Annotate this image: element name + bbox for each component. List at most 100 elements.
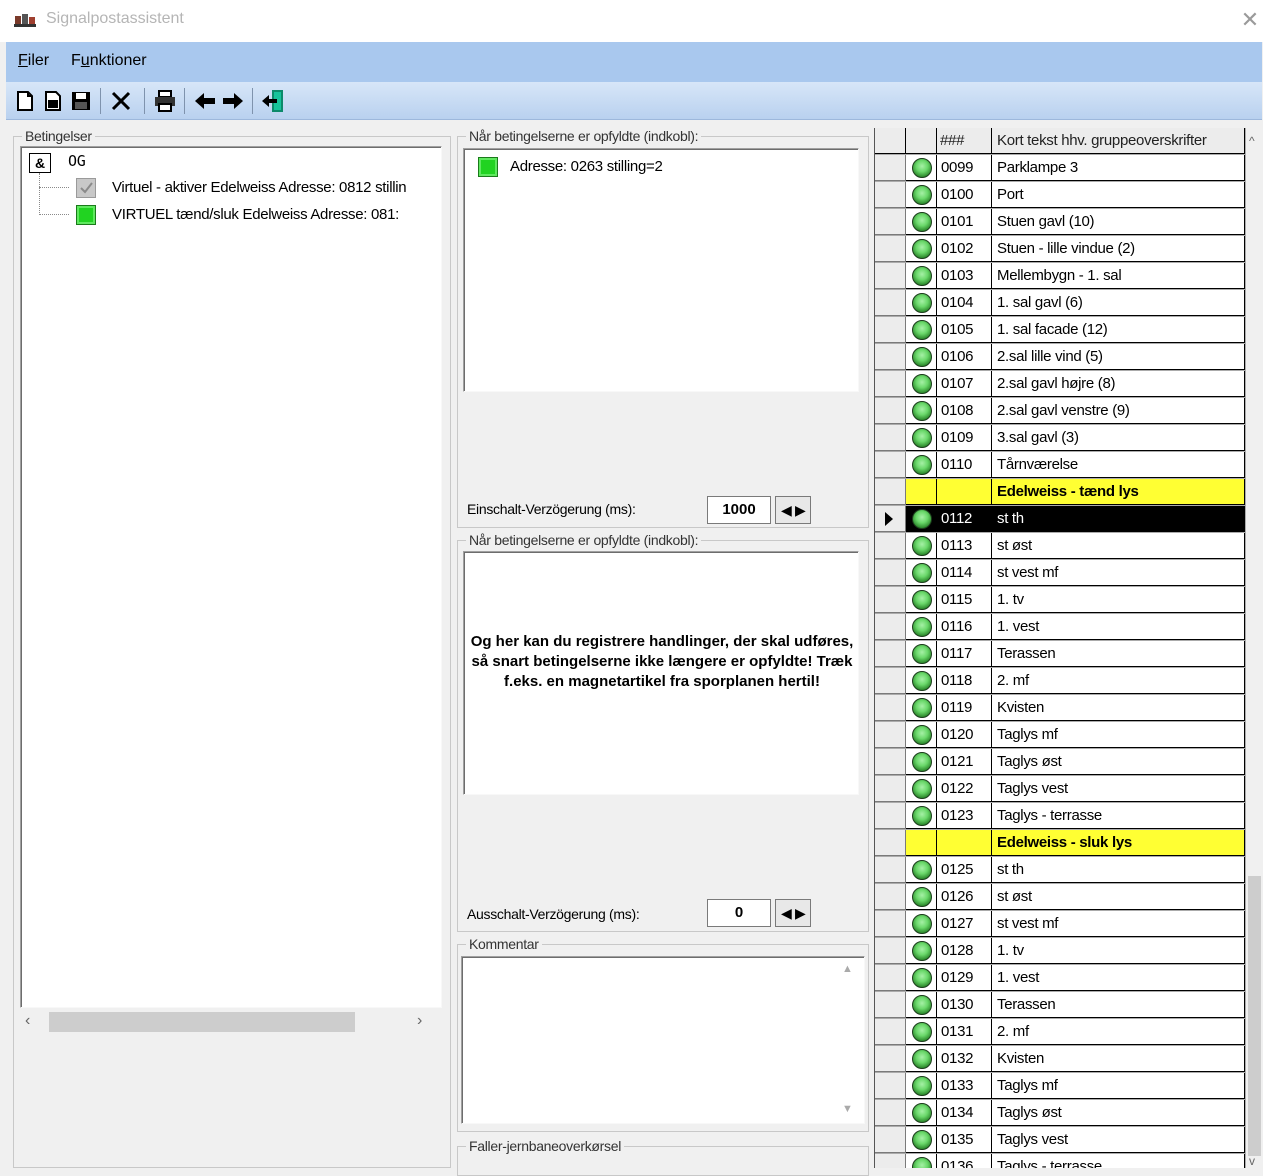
row-text[interactable]: Taglys - terrasse bbox=[992, 803, 1245, 829]
row-number[interactable] bbox=[937, 479, 992, 505]
row-indicator-cell[interactable] bbox=[875, 803, 906, 829]
row-text[interactable]: Terassen bbox=[992, 641, 1245, 667]
row-text[interactable]: Kvisten bbox=[992, 695, 1245, 721]
row-indicator-cell[interactable] bbox=[875, 695, 906, 721]
tree-root-label[interactable]: OG bbox=[68, 152, 86, 170]
table-row[interactable]: 0115 1. tv bbox=[875, 587, 1246, 614]
grid-header-num[interactable]: ### bbox=[937, 128, 992, 154]
scroll-down-icon[interactable]: ▼ bbox=[842, 1103, 853, 1115]
scroll-right-icon[interactable]: › bbox=[417, 1012, 422, 1030]
lamp-cell[interactable] bbox=[906, 560, 937, 586]
row-text[interactable]: Taglys vest bbox=[992, 1127, 1245, 1153]
off-actions-list[interactable]: Og her kan du registrere handlinger, der… bbox=[463, 551, 859, 795]
row-number[interactable] bbox=[937, 830, 992, 856]
row-number[interactable]: 0121 bbox=[937, 749, 992, 775]
row-indicator-cell[interactable] bbox=[875, 884, 906, 910]
scroll-down-icon[interactable]: v bbox=[1249, 1154, 1255, 1168]
row-number[interactable]: 0119 bbox=[937, 695, 992, 721]
row-text[interactable]: Kvisten bbox=[992, 1046, 1245, 1072]
scroll-left-icon[interactable]: ‹ bbox=[25, 1012, 30, 1030]
scroll-up-icon[interactable]: ▲ bbox=[842, 963, 853, 975]
table-row[interactable]: 0101 Stuen gavl (10) bbox=[875, 209, 1246, 236]
spin-right-icon[interactable]: ▶ bbox=[795, 904, 806, 922]
row-text[interactable]: Tårnværelse bbox=[992, 452, 1245, 478]
row-text[interactable]: Taglys vest bbox=[992, 776, 1245, 802]
spin-left-icon[interactable]: ◀ bbox=[781, 904, 792, 922]
lamp-cell[interactable] bbox=[906, 614, 937, 640]
group-header-row[interactable]: Edelweiss - sluk lys bbox=[875, 830, 1246, 857]
row-text[interactable]: st th bbox=[992, 857, 1245, 883]
row-number[interactable]: 0105 bbox=[937, 317, 992, 343]
row-indicator-cell[interactable] bbox=[875, 1046, 906, 1072]
row-number[interactable]: 0114 bbox=[937, 560, 992, 586]
row-text[interactable]: 2.sal lille vind (5) bbox=[992, 344, 1245, 370]
lamp-cell[interactable] bbox=[906, 884, 937, 910]
on-delay-spinner[interactable]: ◀ ▶ bbox=[775, 496, 811, 524]
lamp-cell[interactable] bbox=[906, 992, 937, 1018]
row-indicator-cell[interactable] bbox=[875, 533, 906, 559]
row-text[interactable]: 2. mf bbox=[992, 668, 1245, 694]
row-number[interactable]: 0135 bbox=[937, 1127, 992, 1153]
table-row[interactable]: 0127st vest mf bbox=[875, 911, 1246, 938]
table-row[interactable]: 0120 Taglys mf bbox=[875, 722, 1246, 749]
lamp-cell[interactable] bbox=[906, 1046, 937, 1072]
table-row[interactable]: 0123 Taglys - terrasse bbox=[875, 803, 1246, 830]
scroll-up-icon[interactable]: ^ bbox=[1249, 134, 1255, 148]
row-text[interactable]: 2. mf bbox=[992, 1019, 1245, 1045]
row-indicator-cell[interactable] bbox=[875, 965, 906, 991]
exit-icon[interactable] bbox=[260, 88, 286, 114]
lamp-cell[interactable] bbox=[906, 479, 937, 505]
lamp-cell[interactable] bbox=[906, 776, 937, 802]
lamp-cell[interactable] bbox=[906, 263, 937, 289]
spin-right-icon[interactable]: ▶ bbox=[795, 501, 806, 519]
table-row[interactable]: 0131 2. mf bbox=[875, 1019, 1246, 1046]
row-text[interactable]: 1. tv bbox=[992, 587, 1245, 613]
row-number[interactable]: 0120 bbox=[937, 722, 992, 748]
row-text[interactable]: Edelweiss - sluk lys bbox=[992, 830, 1245, 856]
row-number[interactable]: 0102 bbox=[937, 236, 992, 262]
table-row[interactable]: 0103 Mellembygn - 1. sal bbox=[875, 263, 1246, 290]
row-text[interactable]: Taglys mf bbox=[992, 1073, 1245, 1099]
table-row[interactable]: 0136 Taglys - terrasse bbox=[875, 1154, 1246, 1168]
row-number[interactable]: 0108 bbox=[937, 398, 992, 424]
row-number[interactable]: 0101 bbox=[937, 209, 992, 235]
row-indicator-cell[interactable] bbox=[875, 992, 906, 1018]
and-badge[interactable]: & bbox=[29, 153, 51, 173]
row-text[interactable]: Terassen bbox=[992, 992, 1245, 1018]
row-number[interactable]: 0134 bbox=[937, 1100, 992, 1126]
row-indicator-cell[interactable] bbox=[875, 452, 906, 478]
table-row[interactable]: 0129 1. vest bbox=[875, 965, 1246, 992]
row-indicator-cell[interactable] bbox=[875, 155, 906, 181]
row-number[interactable]: 0126 bbox=[937, 884, 992, 910]
row-text[interactable]: Taglys øst bbox=[992, 749, 1245, 775]
row-number[interactable]: 0127 bbox=[937, 911, 992, 937]
tree-item[interactable]: Virtuel - aktiver Edelweiss Adresse: 081… bbox=[112, 179, 407, 196]
menu-funktioner[interactable]: Funktioner bbox=[71, 52, 147, 70]
lamp-cell[interactable] bbox=[906, 749, 937, 775]
lamp-cell[interactable] bbox=[906, 371, 937, 397]
table-row[interactable]: 0109 3.sal gavl (3) bbox=[875, 425, 1246, 452]
row-number[interactable]: 0133 bbox=[937, 1073, 992, 1099]
row-number[interactable]: 0122 bbox=[937, 776, 992, 802]
row-number[interactable]: 0130 bbox=[937, 992, 992, 1018]
row-text[interactable]: Stuen - lille vindue (2) bbox=[992, 236, 1245, 262]
row-indicator-cell[interactable] bbox=[875, 506, 906, 532]
lamp-cell[interactable] bbox=[906, 587, 937, 613]
grid-header-text[interactable]: Kort tekst hhv. gruppeoverskrifter bbox=[992, 128, 1245, 154]
lamp-cell[interactable] bbox=[906, 452, 937, 478]
row-text[interactable]: 1. sal facade (12) bbox=[992, 317, 1245, 343]
row-text[interactable]: 1. vest bbox=[992, 614, 1245, 640]
row-indicator-cell[interactable] bbox=[875, 236, 906, 262]
row-text[interactable]: Edelweiss - tænd lys bbox=[992, 479, 1245, 505]
row-text[interactable]: Parklampe 3 bbox=[992, 155, 1245, 181]
table-row[interactable]: 0119 Kvisten bbox=[875, 695, 1246, 722]
row-indicator-cell[interactable] bbox=[875, 290, 906, 316]
lamp-cell[interactable] bbox=[906, 1154, 937, 1168]
table-row[interactable]: 0132 Kvisten bbox=[875, 1046, 1246, 1073]
row-number[interactable]: 0132 bbox=[937, 1046, 992, 1072]
row-indicator-cell[interactable] bbox=[875, 263, 906, 289]
table-row[interactable]: 0110 Tårnværelse bbox=[875, 452, 1246, 479]
row-indicator-cell[interactable] bbox=[875, 1127, 906, 1153]
row-number[interactable]: 0099 bbox=[937, 155, 992, 181]
row-indicator-cell[interactable] bbox=[875, 182, 906, 208]
